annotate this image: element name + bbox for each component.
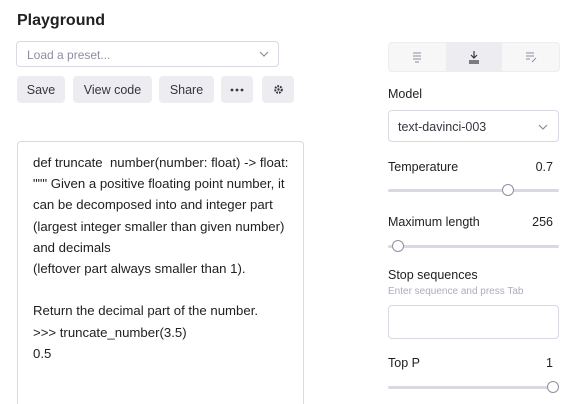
share-button[interactable]: Share (159, 76, 214, 103)
mode-edit[interactable] (502, 43, 559, 71)
mode-switcher[interactable] (388, 42, 560, 72)
max-length-value[interactable]: 256 (500, 215, 553, 229)
mode-insert[interactable] (445, 43, 503, 71)
preset-select[interactable]: Load a preset... (16, 41, 279, 67)
view-code-button[interactable]: View code (73, 76, 152, 103)
temperature-value[interactable]: 0.7 (500, 160, 553, 174)
insert-icon (469, 51, 479, 64)
temperature-label: Temperature (388, 160, 459, 174)
temperature-slider[interactable] (388, 184, 559, 196)
save-button[interactable]: Save (17, 76, 65, 103)
top-p-label: Top P (388, 356, 420, 370)
stop-sequences-input[interactable] (388, 305, 559, 339)
top-p-thumb[interactable] (547, 381, 559, 393)
page-title: Playground (17, 12, 106, 29)
model-select[interactable]: text-davinci-003 (388, 110, 559, 142)
chevron-down-icon (259, 51, 269, 57)
max-length-slider[interactable] (388, 240, 559, 252)
temperature-thumb[interactable] (501, 184, 514, 196)
mode-complete[interactable] (389, 43, 446, 71)
more-options-button[interactable] (221, 76, 253, 103)
more-dots-icon (230, 88, 244, 91)
edit-icon (525, 52, 537, 63)
prompt-editor[interactable]: def truncate number(number: float) -> fl… (17, 141, 304, 404)
gear-icon (273, 85, 283, 94)
model-value: text-davinci-003 (398, 120, 487, 134)
prompt-text[interactable]: def truncate number(number: float) -> fl… (33, 152, 295, 364)
max-length-thumb[interactable] (392, 240, 405, 252)
stop-sequences-hint: Enter sequence and press Tab (388, 286, 524, 297)
stop-sequences-label: Stop sequences (388, 268, 478, 282)
top-p-value[interactable]: 1 (500, 356, 553, 370)
preset-placeholder: Load a preset... (27, 48, 111, 62)
model-label: Model (388, 87, 423, 101)
complete-icon (413, 52, 422, 63)
settings-button[interactable] (262, 76, 294, 103)
chevron-down-icon (538, 124, 548, 130)
top-p-slider[interactable] (388, 381, 559, 393)
max-length-label: Maximum length (388, 215, 480, 229)
